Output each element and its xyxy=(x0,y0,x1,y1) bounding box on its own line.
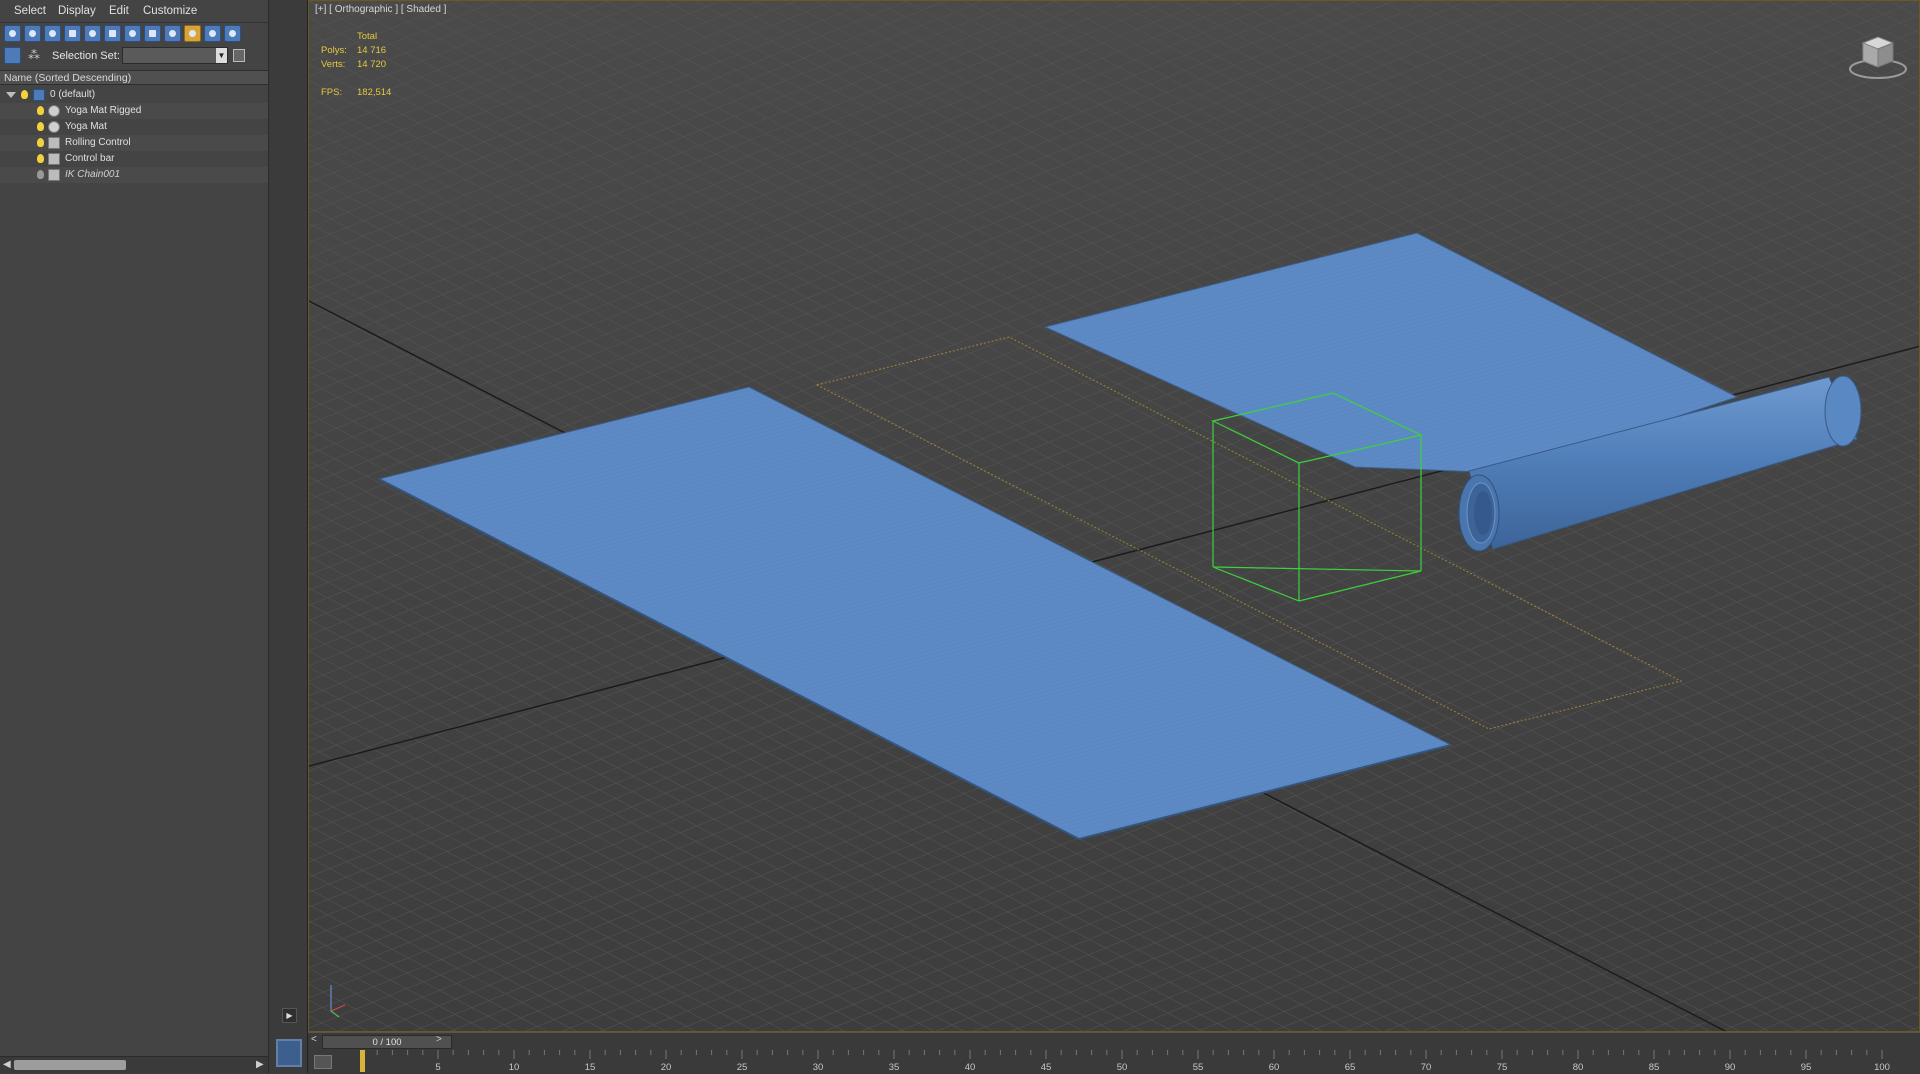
tree-row-ik-chain[interactable]: IK Chain001 xyxy=(0,167,268,183)
lightbulb-icon[interactable] xyxy=(21,90,28,99)
frame-tick-label: 75 xyxy=(1497,1062,1508,1073)
helper-icon xyxy=(48,153,60,165)
tree-row-rolling-control[interactable]: Rolling Control xyxy=(0,135,268,151)
timeline-bar: < 0 / 100 > 5 10 15 20 25 30 35 40 45 50 55 60 65 70 7… xyxy=(308,1032,1920,1074)
frame-tick-label: 80 xyxy=(1573,1062,1584,1073)
frame-track[interactable]: 5 10 15 20 25 30 35 40 45 50 55 60 65 70 75 80 85 90 95 100 xyxy=(352,1050,1912,1074)
stats-polys-label: Polys: xyxy=(321,45,347,56)
viewcube-icon[interactable] xyxy=(1847,29,1909,81)
frame-tick-label: 10 xyxy=(509,1062,520,1073)
scroll-right-icon[interactable]: ▶ xyxy=(256,1059,264,1070)
frame-tick-label: 70 xyxy=(1421,1062,1432,1073)
side-gutter: ▶ xyxy=(269,0,308,1073)
lightbulb-icon[interactable] xyxy=(37,138,44,147)
frame-tick-label: 50 xyxy=(1117,1062,1128,1073)
viewport-scene[interactable] xyxy=(309,1,1920,1032)
time-next-button[interactable]: > xyxy=(436,1034,442,1045)
layer-explorer-icon[interactable] xyxy=(4,47,21,64)
tree-row-layer-default[interactable]: 0 (default) xyxy=(0,87,268,103)
frame-tick-label: 20 xyxy=(661,1062,672,1073)
stats-fps-label: FPS: xyxy=(321,87,343,98)
scrollbar-thumb[interactable] xyxy=(14,1060,126,1070)
tree-item-label: IK Chain001 xyxy=(65,169,121,180)
display-bones-icon[interactable] xyxy=(184,25,201,42)
frame-tick-label: 60 xyxy=(1269,1062,1280,1073)
tree-item-label: Yoga Mat xyxy=(65,121,107,132)
frame-tick-label: 30 xyxy=(813,1062,824,1073)
chevron-down-icon[interactable]: ▼ xyxy=(216,48,227,63)
explorer-menubar: Select Display Edit Customize xyxy=(0,0,268,23)
frame-tick-label: 45 xyxy=(1041,1062,1052,1073)
edit-selection-set-icon[interactable] xyxy=(233,49,245,62)
frame-tick-label: 55 xyxy=(1193,1062,1204,1073)
stats-verts-label: Verts: xyxy=(321,59,346,70)
lightbulb-icon[interactable] xyxy=(37,106,44,115)
menu-select[interactable]: Select xyxy=(14,5,46,17)
viewport-label-menu[interactable]: [+] [ Orthographic ] [ Shaded ] xyxy=(315,4,446,15)
name-column-header[interactable]: Name (Sorted Descending) xyxy=(0,70,268,85)
tree-item-label: Rolling Control xyxy=(65,137,131,148)
tree-row-yoga-mat-rigged[interactable]: Yoga Mat Rigged xyxy=(0,103,268,119)
scroll-left-icon[interactable]: ◀ xyxy=(3,1059,11,1070)
display-groups-icon[interactable] xyxy=(144,25,161,42)
frame-tick-label: 85 xyxy=(1649,1062,1660,1073)
display-containers-icon[interactable] xyxy=(204,25,221,42)
selection-set-toolbar: ⁂ Selection Set: ▼ xyxy=(4,47,266,67)
geometry-icon xyxy=(48,121,60,133)
selection-set-label: Selection Set: xyxy=(52,50,120,62)
track-bar-toggle-icon[interactable] xyxy=(314,1055,332,1069)
stats-verts-value: 14 720 xyxy=(357,59,387,70)
frame-tick-label: 65 xyxy=(1345,1062,1356,1073)
tree-item-label: Yoga Mat Rigged xyxy=(65,105,142,116)
expand-panel-icon[interactable]: ▶ xyxy=(282,1008,297,1023)
frame-tick-label: 90 xyxy=(1725,1062,1736,1073)
frame-tick-label: 5 xyxy=(435,1062,440,1073)
layer-icon xyxy=(33,89,45,101)
tree-item-label: 0 (default) xyxy=(50,89,96,100)
menu-customize[interactable]: Customize xyxy=(143,5,197,17)
frame-tick-label: 100 xyxy=(1874,1062,1890,1073)
lightbulb-icon[interactable] xyxy=(37,122,44,131)
perspective-viewport[interactable]: [+] [ Orthographic ] [ Shaded ] Total Po… xyxy=(308,0,1920,1032)
scene-tree: 0 (default) Yoga Mat Rigged Yoga Mat Rol… xyxy=(0,87,268,183)
display-geometry-icon[interactable] xyxy=(24,25,41,42)
display-lights-icon[interactable] xyxy=(64,25,81,42)
menu-display[interactable]: Display xyxy=(58,5,96,17)
tree-row-yoga-mat[interactable]: Yoga Mat xyxy=(0,119,268,135)
stats-polys-value: 14 716 xyxy=(357,45,387,56)
display-shapes-icon[interactable] xyxy=(44,25,61,42)
stats-total-label: Total xyxy=(357,31,378,42)
lightbulb-off-icon[interactable] xyxy=(37,170,44,179)
display-cameras-icon[interactable] xyxy=(84,25,101,42)
menu-edit[interactable]: Edit xyxy=(109,5,129,17)
geometry-icon xyxy=(48,105,60,117)
display-spacewarps-icon[interactable] xyxy=(124,25,141,42)
display-helpers-icon[interactable] xyxy=(104,25,121,42)
tree-item-label: Control bar xyxy=(65,153,115,164)
display-frozen-icon[interactable] xyxy=(224,25,241,42)
tree-row-control-bar[interactable]: Control bar xyxy=(0,151,268,167)
frame-tick-label: 35 xyxy=(889,1062,900,1073)
time-slider[interactable]: 0 / 100 xyxy=(322,1035,452,1049)
frame-tick-label: 40 xyxy=(965,1062,976,1073)
display-xrefs-icon[interactable] xyxy=(164,25,181,42)
lightbulb-icon[interactable] xyxy=(37,154,44,163)
helper-icon xyxy=(48,137,60,149)
mini-viewport-button[interactable] xyxy=(276,1039,302,1067)
expand-triangle-icon[interactable] xyxy=(6,92,16,98)
horizontal-scrollbar[interactable]: ◀ ▶ xyxy=(0,1056,268,1073)
current-frame-marker[interactable] xyxy=(360,1050,365,1072)
scene-explorer-panel: Select Display Edit Customize ⁂ Selectio… xyxy=(0,0,269,1073)
display-all-icon[interactable] xyxy=(4,25,21,42)
frame-tick-label: 25 xyxy=(737,1062,748,1073)
frame-tick-label: 95 xyxy=(1801,1062,1812,1073)
selection-set-dropdown[interactable] xyxy=(122,47,228,64)
hierarchy-icon[interactable]: ⁂ xyxy=(28,49,40,61)
frame-tick-label: 15 xyxy=(585,1062,596,1073)
ik-chain-icon xyxy=(48,169,60,181)
time-prev-button[interactable]: < xyxy=(311,1034,317,1045)
stats-fps-value: 182,514 xyxy=(357,87,392,98)
